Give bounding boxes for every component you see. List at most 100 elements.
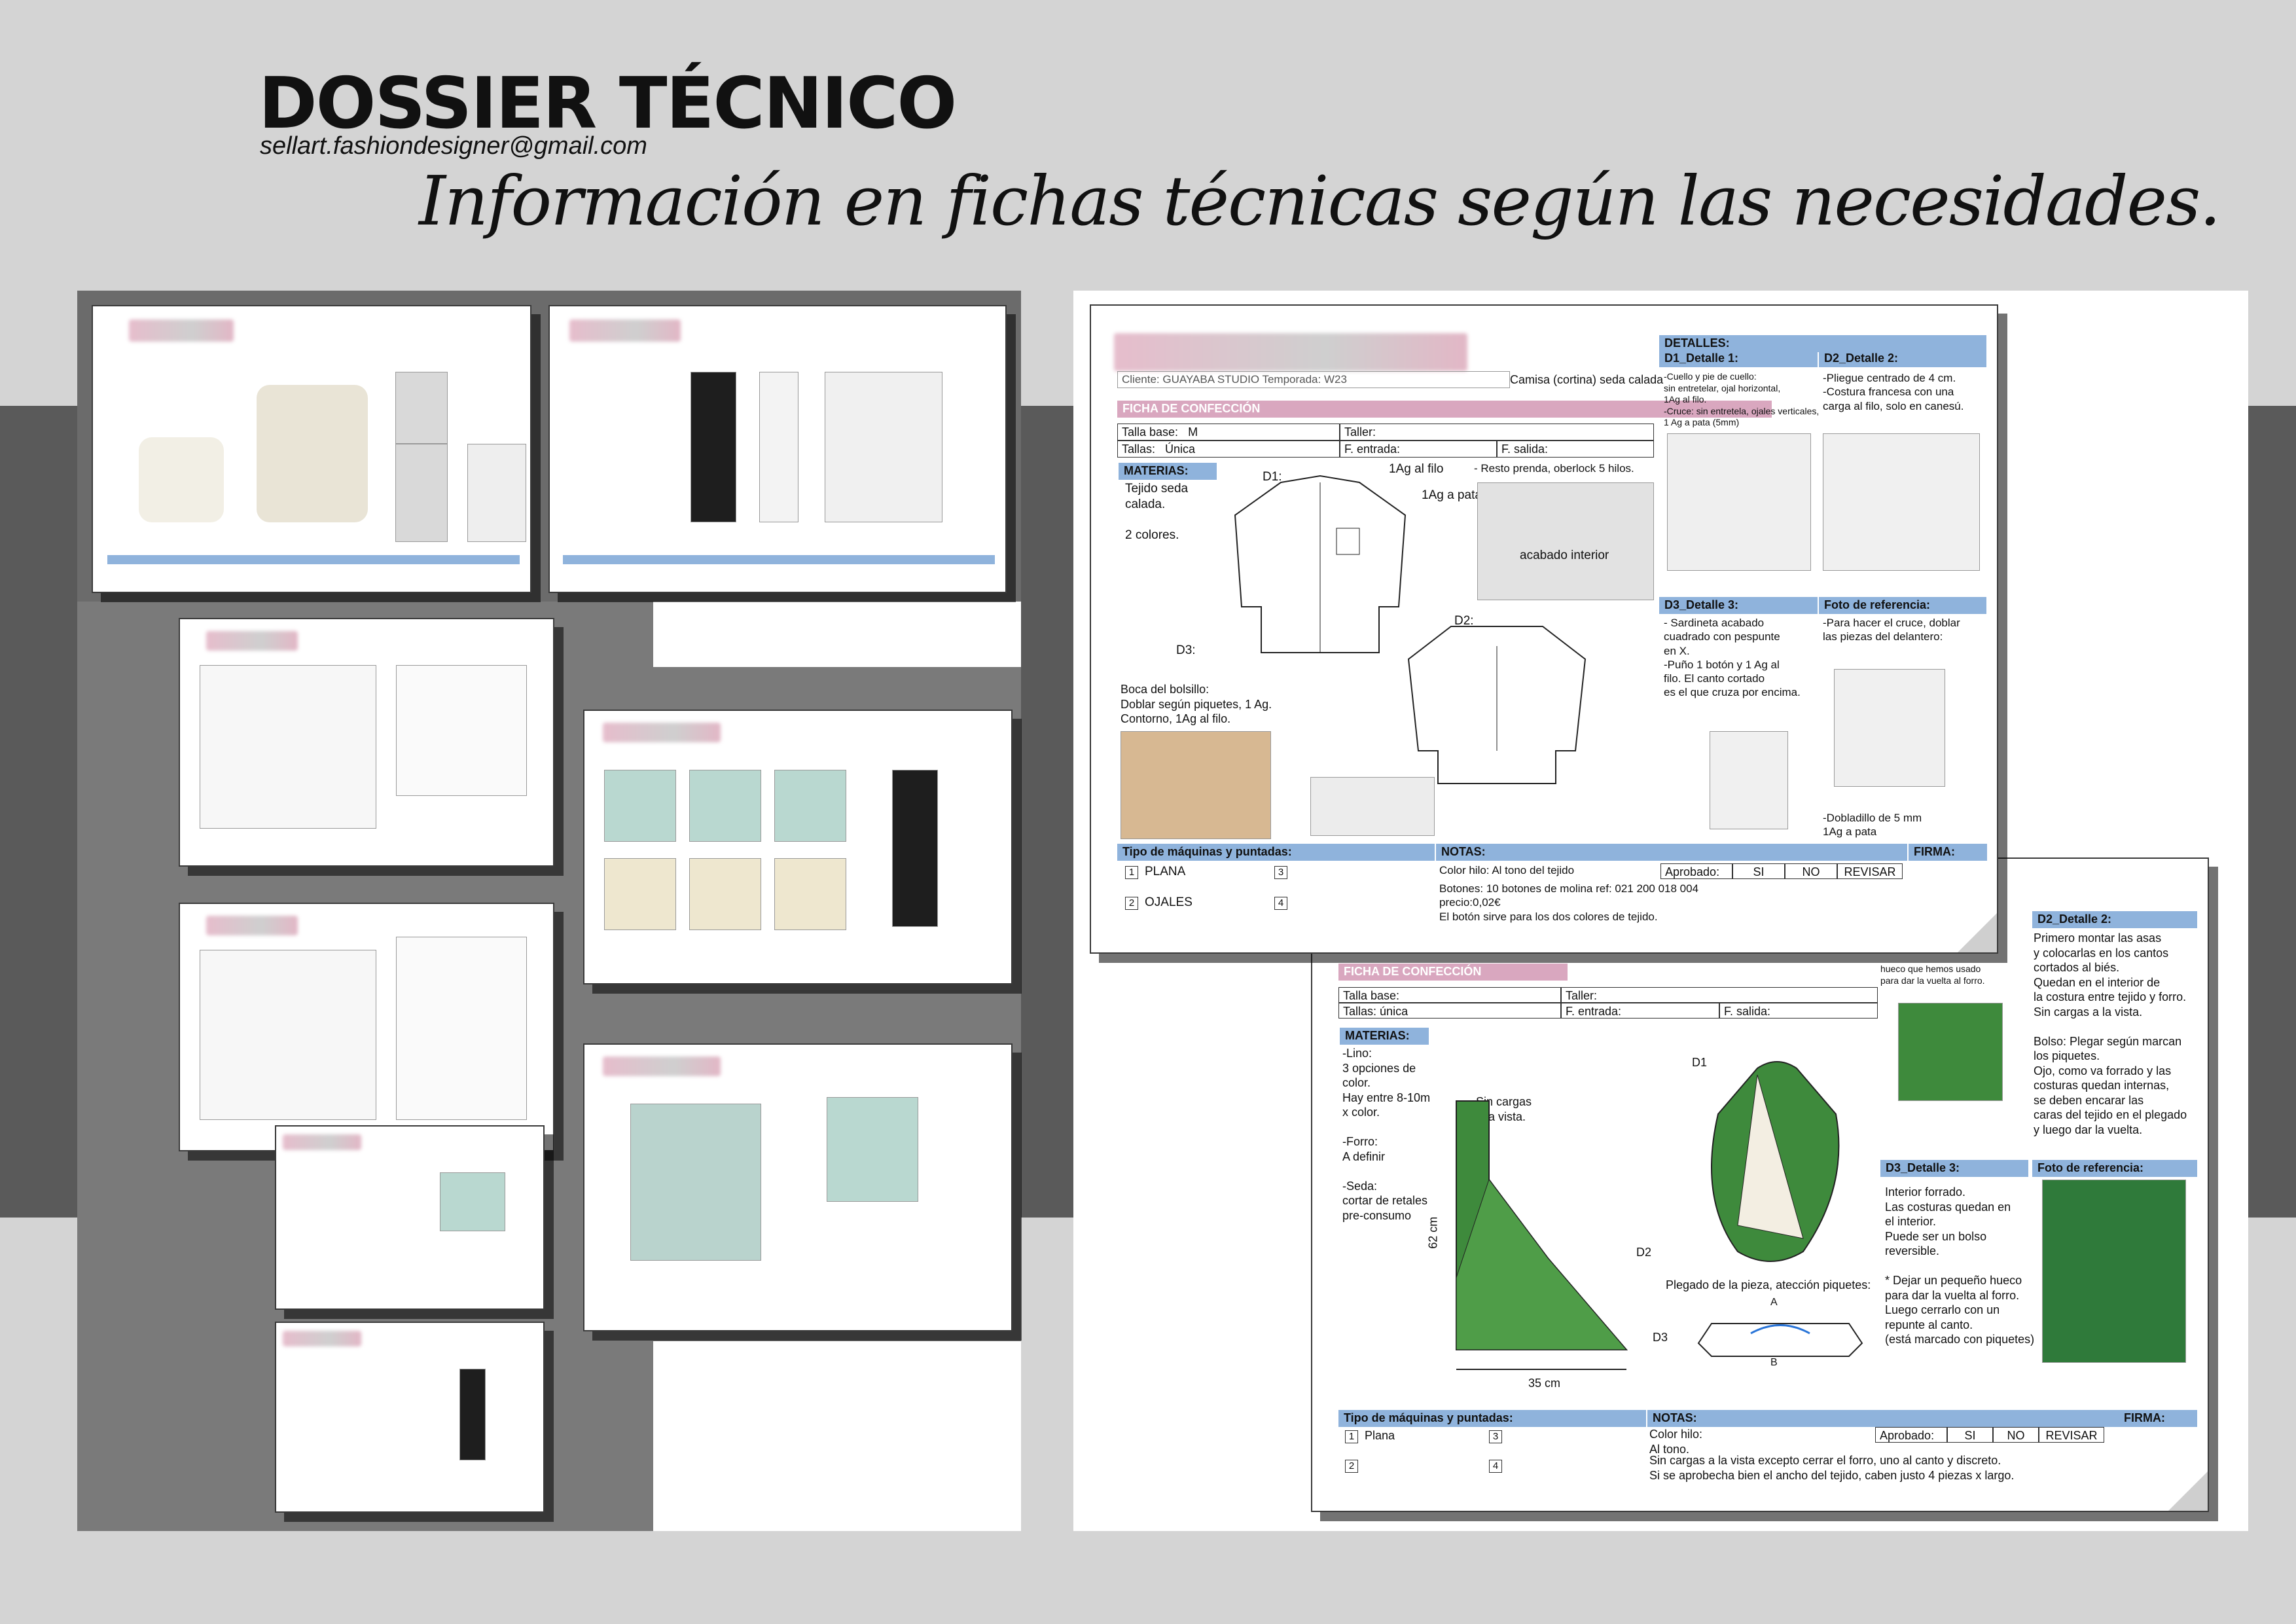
- bag-no-checkbox[interactable]: NO: [1993, 1427, 2039, 1443]
- shirt-front-drawing: [1234, 475, 1407, 653]
- bag-technical-sheet[interactable]: FICHA DE CONFECCIÓN Talla base: Taller: …: [1311, 857, 2209, 1512]
- thumb-sheet-colorways[interactable]: [583, 710, 1013, 984]
- tallas-value: Única: [1165, 442, 1196, 456]
- bag-height-dim: 62 cm: [1426, 1216, 1440, 1249]
- bag-foto-header: Foto de referencia:: [2032, 1160, 2197, 1177]
- maquinas-header: Tipo de máquinas y puntadas:: [1117, 844, 1435, 861]
- color-hilo: Color hilo: Al tono del tejido: [1439, 864, 1575, 876]
- bag-d3-text: Interior forrado. Las costuras quedan en…: [1885, 1185, 2035, 1346]
- bag-color-hilo: Color hilo: Al tono.: [1649, 1428, 1703, 1456]
- bag-width-dim: 35 cm: [1528, 1377, 1561, 1390]
- fold-diagram: [1697, 1323, 1863, 1357]
- bag-revisar-checkbox[interactable]: REVISAR: [2039, 1427, 2104, 1443]
- ag-pata-label: 1Ag a pata: [1422, 488, 1482, 502]
- plegado-label: Plegado de la pieza, atección piquetes:: [1666, 1278, 1871, 1291]
- d3-callout: D3:: [1176, 643, 1196, 657]
- d3-text: - Sardineta acabado cuadrado con pespunt…: [1664, 617, 1801, 699]
- bag-top-note: hueco que hemos usado para dar la vuelta…: [1880, 964, 1985, 986]
- talla-base-label: Talla base:: [1343, 989, 1400, 1002]
- tallas-label: Tallas:: [1343, 1005, 1377, 1018]
- taller-label: Taller:: [1344, 425, 1376, 439]
- si-checkbox[interactable]: SI: [1732, 863, 1785, 879]
- left-panel: [77, 291, 1021, 1531]
- talla-base-value: M: [1188, 425, 1198, 439]
- page-curl: [2168, 1471, 2208, 1511]
- page-curl: [1958, 913, 1997, 952]
- d2-callout: D2: [1636, 1246, 1652, 1259]
- bag-maq-1: 1 Plana: [1345, 1428, 1395, 1443]
- d1-text: -Cuello y pie de cuello: sin entretelar,…: [1664, 371, 1820, 427]
- materias-text: -Lino: 3 opciones de color. Hay entre 8-…: [1342, 1047, 1431, 1222]
- client-line: Cliente: GUAYABA STUDIO Temporada: W23: [1117, 371, 1510, 388]
- bag-aprobado-label: Aprobado:: [1880, 1429, 1935, 1442]
- fold-point-b: B: [1770, 1357, 1778, 1368]
- materias-header: MATERIAS:: [1119, 463, 1217, 480]
- foto-text: -Para hacer el cruce, doblar las piezas …: [1823, 617, 1960, 643]
- thumb-sheet-measurements-2[interactable]: [179, 903, 554, 1151]
- shirt-technical-sheet[interactable]: Cliente: GUAYABA STUDIO Temporada: W23 C…: [1090, 304, 1998, 954]
- bag-firma-header: FIRMA:: [2119, 1410, 2197, 1427]
- bag-maq-3: 3: [1489, 1428, 1509, 1443]
- foto-header: Foto de referencia:: [1819, 597, 1986, 614]
- no-checkbox[interactable]: NO: [1785, 863, 1837, 879]
- thumb-sheet-measurements-1[interactable]: [179, 618, 554, 867]
- maq-ojales: 2 OJALES: [1125, 895, 1193, 911]
- taller-label: Taller:: [1566, 989, 1598, 1002]
- bag-flat-drawing: [1456, 1100, 1628, 1370]
- thumb-sheet-print[interactable]: [583, 1043, 1013, 1331]
- d2-header: D2_Detalle 2:: [1819, 350, 1986, 367]
- pocket-photo: [1121, 731, 1271, 839]
- d2-text: -Pliegue centrado de 4 cm. -Costura fran…: [1823, 372, 1964, 412]
- d3-callout: D3: [1653, 1331, 1668, 1344]
- bag-si-checkbox[interactable]: SI: [1947, 1427, 1993, 1443]
- revisar-checkbox[interactable]: REVISAR: [1837, 863, 1903, 879]
- d2-callout: D2:: [1454, 614, 1474, 628]
- ag-filo-label: 1Ag al filo: [1389, 462, 1444, 476]
- bolsillo-note: Boca del bolsillo: Doblar según piquetes…: [1121, 683, 1272, 725]
- firma-header: FIRMA:: [1909, 844, 1987, 861]
- detalles-header: DETALLES:: [1659, 335, 1986, 352]
- acabado-label: acabado interior: [1520, 549, 1609, 562]
- redacted-logo: [1114, 333, 1467, 371]
- garment-name: Camisa (cortina) seda calada: [1510, 373, 1664, 386]
- tallas-label: Tallas:: [1122, 442, 1156, 456]
- bag-maq-2: 2: [1345, 1458, 1365, 1473]
- resto-note: - Resto prenda, oberlock 5 hilos.: [1474, 462, 1634, 475]
- thumb-sheet-pants[interactable]: [548, 305, 1007, 593]
- d1-header: D1_Detalle 1:: [1659, 350, 1818, 367]
- entrada-label: F. entrada:: [1566, 1005, 1622, 1018]
- d3-header: D3_Detalle 3:: [1659, 597, 1818, 614]
- bag-section-title: FICHA DE CONFECCIÓN: [1338, 964, 1568, 981]
- bag-d2-text: Primero montar las asas y colocarlas en …: [2034, 931, 2187, 1136]
- materias-header: MATERIAS:: [1340, 1028, 1429, 1045]
- salida-label: F. salida:: [1724, 1005, 1771, 1018]
- bag-maquinas-header: Tipo de máquinas y puntadas:: [1338, 1410, 1646, 1427]
- shirt-back-drawing: [1407, 626, 1587, 784]
- bag-maq-4: 4: [1489, 1458, 1509, 1473]
- contact-email: sellart.fashiondesigner@gmail.com: [260, 132, 647, 160]
- tagline: Información en fichas técnicas según las…: [419, 161, 2221, 241]
- maq-4: 4: [1274, 895, 1294, 911]
- bag-d2-header: D2_Detalle 2:: [2032, 911, 2197, 928]
- tallas-value: única: [1380, 1005, 1408, 1018]
- thumb-sheet-order-top[interactable]: [275, 1125, 545, 1310]
- thumb-sheet-sweater[interactable]: [92, 305, 531, 593]
- notas-header: NOTAS:: [1436, 844, 1907, 861]
- entrada-label: F. entrada:: [1344, 442, 1401, 456]
- d1-callout: D1:: [1263, 470, 1282, 484]
- thumb-sheet-order-pants[interactable]: [275, 1322, 545, 1513]
- bag-d3-header: D3_Detalle 3:: [1880, 1160, 2028, 1177]
- bag-3d-drawing: [1711, 1061, 1840, 1262]
- maq-3: 3: [1274, 864, 1294, 880]
- dobladillo-note: -Dobladillo de 5 mm 1Ag a pata: [1823, 812, 1922, 839]
- page-title: DOSSIER TÉCNICO: [259, 63, 957, 145]
- talla-base-label: Talla base:: [1122, 425, 1179, 439]
- bag-notas-text: Sin cargas a la vista excepto cerrar el …: [1649, 1454, 2015, 1482]
- d1-callout: D1: [1692, 1056, 1708, 1069]
- interior-photo: [1477, 482, 1654, 600]
- salida-label: F. salida:: [1501, 442, 1549, 456]
- botones-note: Botones: 10 botones de molina ref: 021 2…: [1439, 882, 1699, 923]
- materias-text: Tejido seda calada. 2 colores.: [1125, 482, 1189, 543]
- fold-point-a: A: [1770, 1297, 1778, 1308]
- bag-notas-header: NOTAS:: [1647, 1410, 2119, 1427]
